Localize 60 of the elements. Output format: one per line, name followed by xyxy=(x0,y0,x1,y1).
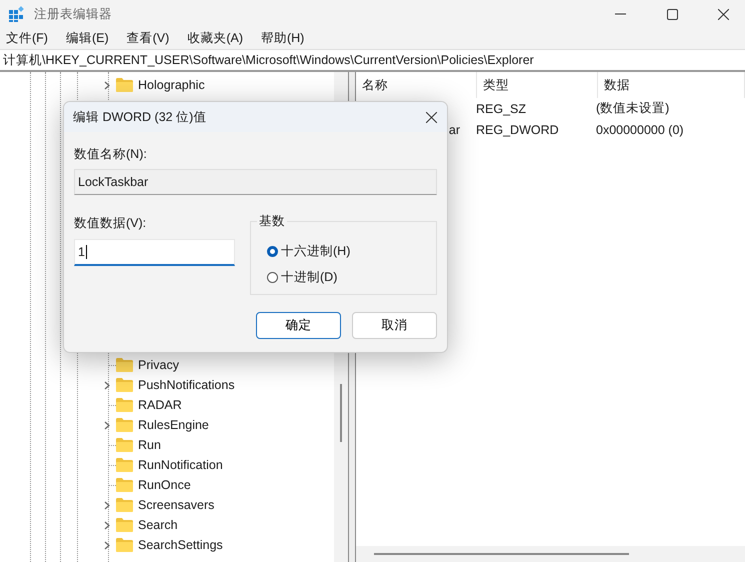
chevron-icon[interactable] xyxy=(104,420,110,430)
close-icon[interactable] xyxy=(718,8,729,20)
column-header[interactable]: 名称 xyxy=(356,72,477,98)
folder-icon xyxy=(116,518,133,532)
maximize-icon[interactable] xyxy=(667,8,678,20)
window-title: 注册表编辑器 xyxy=(34,6,112,22)
tree-item[interactable]: RunNotification xyxy=(138,458,223,472)
tree-item[interactable]: Screensavers xyxy=(138,498,214,512)
table-cell: ar xyxy=(448,122,460,136)
tree-item[interactable]: Run xyxy=(138,438,161,452)
radio-option[interactable]: 十进制(D) xyxy=(251,264,436,290)
radio-option[interactable]: 十六进制(H) xyxy=(251,238,436,264)
chevron-icon[interactable] xyxy=(104,520,110,530)
value-data-field[interactable]: 1 xyxy=(74,239,235,266)
field-label: 数值数据(V): xyxy=(74,215,148,232)
table-cell: REG_SZ xyxy=(476,102,526,116)
chevron-icon[interactable] xyxy=(104,80,110,90)
field-label: 数值名称(N): xyxy=(74,146,148,163)
menu-item[interactable]: 帮助(H) xyxy=(258,30,310,47)
tree-item[interactable]: PushNotifications xyxy=(138,378,235,392)
folder-icon xyxy=(116,498,133,512)
folder-icon xyxy=(116,438,133,452)
dialog-button[interactable]: 确定 xyxy=(256,312,341,339)
folder-icon xyxy=(116,398,133,412)
tree-item[interactable]: RulesEngine xyxy=(138,418,209,432)
tree-item[interactable]: SearchSettings xyxy=(138,538,223,552)
folder-icon xyxy=(116,358,133,372)
menu-item[interactable]: 收藏夹(A) xyxy=(185,30,249,47)
dialog-button[interactable]: 取消 xyxy=(352,312,437,339)
menu-item[interactable]: 编辑(E) xyxy=(64,30,115,47)
folder-icon xyxy=(116,418,133,432)
folder-icon xyxy=(116,538,133,552)
group-label: 基数 xyxy=(257,213,287,230)
folder-icon xyxy=(116,378,133,392)
folder-icon xyxy=(116,78,133,92)
tree-item[interactable]: Holographic xyxy=(138,78,205,92)
column-header[interactable]: 数据 xyxy=(598,72,745,98)
chevron-icon[interactable] xyxy=(104,540,110,550)
minimize-icon[interactable] xyxy=(615,13,627,15)
tree-item[interactable]: RADAR xyxy=(138,398,182,412)
dialog-title: 编辑 DWORD (32 位)值 xyxy=(73,108,206,126)
column-header[interactable]: 类型 xyxy=(477,72,598,98)
address-bar[interactable]: 计算机\HKEY_CURRENT_USER\Software\Microsoft\Windows\CurrentVersion\Policies\Explorer xyxy=(0,49,745,72)
menu-item[interactable]: 查看(V) xyxy=(124,30,176,47)
table-cell: REG_DWORD xyxy=(476,122,559,136)
scrollbar-thumb[interactable] xyxy=(340,384,342,442)
folder-icon xyxy=(116,458,133,472)
table-cell: 0x00000000 (0) xyxy=(596,122,684,136)
close-icon[interactable] xyxy=(426,112,437,122)
tree-item[interactable]: Search xyxy=(138,518,178,532)
folder-icon xyxy=(116,478,133,492)
registry-editor-icon xyxy=(8,6,24,22)
table-cell: (数值未设置) xyxy=(596,101,670,115)
chevron-icon[interactable] xyxy=(104,380,110,390)
tree-item[interactable]: Privacy xyxy=(138,358,179,372)
menu-item[interactable]: 文件(F) xyxy=(4,30,54,47)
scrollbar-thumb[interactable] xyxy=(374,553,629,555)
value-name-field[interactable]: LockTaskbar xyxy=(74,169,437,195)
chevron-icon[interactable] xyxy=(104,500,110,510)
tree-item[interactable]: RunOnce xyxy=(138,478,191,492)
